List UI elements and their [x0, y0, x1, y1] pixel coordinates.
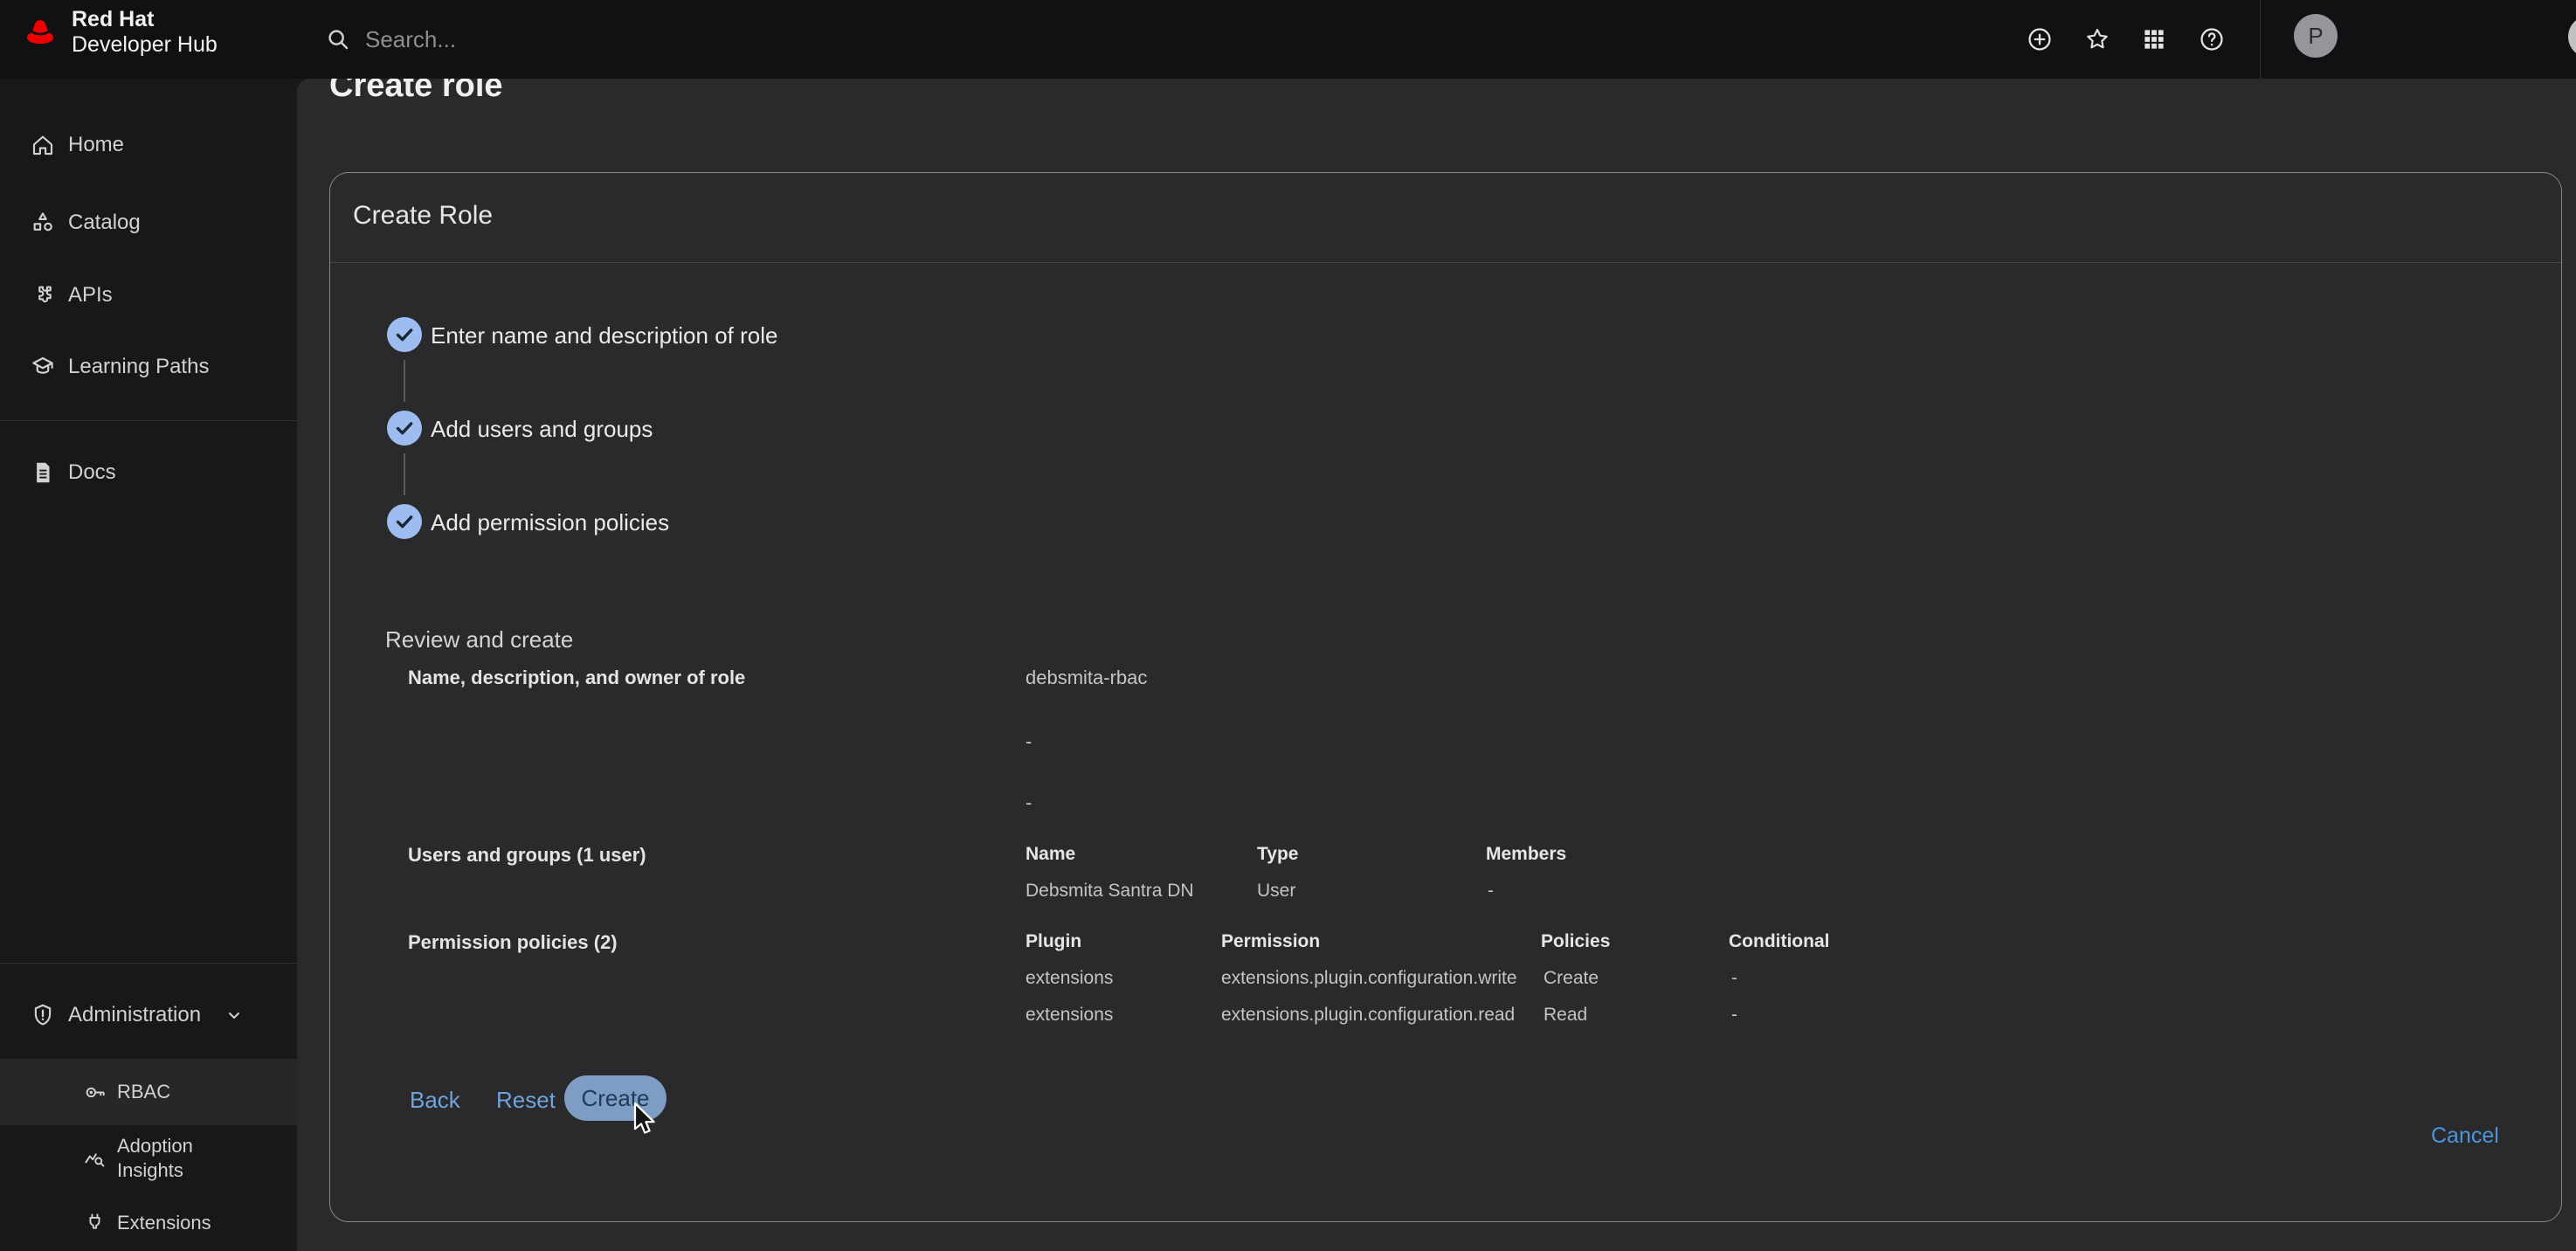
global-search [325, 17, 1153, 61]
sidebar-item-catalog[interactable]: Catalog [0, 197, 297, 249]
perm-row-permission: extensions.plugin.configuration.write [1221, 968, 1517, 989]
step-label-2[interactable]: Add users and groups [431, 415, 653, 443]
step-label-1[interactable]: Enter name and description of role [431, 321, 777, 349]
sidebar-item-home[interactable]: Home [0, 119, 297, 171]
search-input[interactable] [363, 25, 1153, 54]
sidebar-item-docs[interactable]: Docs [0, 446, 297, 499]
users-row-members: - [1488, 881, 1494, 902]
home-icon [30, 132, 56, 158]
perm-col-policies: Policies [1541, 931, 1610, 952]
role-description-value: - [1026, 730, 1032, 753]
perm-row-plugin: extensions [1026, 1005, 1113, 1026]
back-button[interactable]: Back [410, 1087, 460, 1114]
main-content: Create role Create Role Enter name and d… [297, 79, 2576, 1251]
page-title: Create role [329, 79, 503, 105]
mouse-cursor [632, 1102, 659, 1138]
step-label-3[interactable]: Add permission policies [431, 508, 669, 536]
cancel-button[interactable]: Cancel [2431, 1123, 2499, 1149]
topbar-divider [2260, 0, 2261, 79]
perm-row-conditional: - [1731, 968, 1737, 989]
perm-col-permission: Permission [1221, 931, 1320, 952]
key-icon [83, 1081, 107, 1104]
review-heading: Review and create [385, 626, 573, 653]
apis-icon [30, 282, 56, 308]
sidebar-item-adoption-insights[interactable]: Adoption Insights [0, 1125, 297, 1192]
users-col-members: Members [1486, 844, 1566, 865]
docs-icon [30, 460, 56, 486]
administration-shield-icon [30, 1002, 56, 1028]
sidebar-item-learning-paths[interactable]: Learning Paths [0, 341, 297, 393]
sidebar-item-label: Home [68, 133, 124, 157]
sidebar-item-apis[interactable]: APIs [0, 269, 297, 321]
sidebar-item-label: APIs [68, 283, 113, 308]
step-complete-icon[interactable] [387, 411, 422, 446]
sidebar-item-label: RBAC [117, 1081, 170, 1103]
sidebar: Home Catalog APIs Learning Paths Docs Ad… [0, 79, 297, 1251]
topbar: Red Hat Developer Hub P [0, 0, 2576, 79]
step-complete-icon[interactable] [387, 317, 422, 352]
users-section-label: Users and groups (1 user) [408, 844, 646, 867]
sidebar-item-extensions[interactable]: Extensions [0, 1197, 297, 1249]
reset-button[interactable]: Reset [496, 1087, 556, 1114]
sidebar-item-label: Docs [68, 460, 116, 485]
adoption-insights-icon [83, 1147, 107, 1171]
create-role-card: Create Role Enter name and description o… [329, 172, 2562, 1222]
avatar[interactable]: P [2294, 14, 2338, 58]
extensions-plug-icon [83, 1212, 107, 1235]
chevron-down-icon [224, 1005, 245, 1026]
add-circle-icon[interactable] [2019, 18, 2061, 60]
sidebar-item-label: Learning Paths [68, 355, 209, 379]
step-connector [404, 360, 405, 402]
card-header-divider [330, 262, 2561, 263]
star-icon[interactable] [2076, 18, 2118, 60]
role-owner-value: - [1026, 791, 1032, 814]
learning-paths-icon [30, 354, 56, 380]
role-name-value: debsmita-rbac [1026, 667, 1147, 689]
sidebar-item-label: Extensions [117, 1212, 211, 1234]
redhat-hat-icon [19, 15, 61, 50]
perm-row-permission: extensions.plugin.configuration.read [1221, 1005, 1515, 1026]
brand-logo[interactable]: Red Hat Developer Hub [19, 7, 218, 58]
step-connector [404, 453, 405, 495]
catalog-icon [30, 210, 56, 236]
sidebar-item-label: Catalog [68, 211, 141, 235]
brand-line2: Developer Hub [72, 32, 218, 58]
perm-col-plugin: Plugin [1026, 931, 1081, 952]
sidebar-item-label: Adoption Insights [117, 1134, 231, 1183]
sidebar-divider [0, 420, 297, 421]
perm-col-conditional: Conditional [1729, 931, 1829, 952]
name-section-label: Name, description, and owner of role [408, 667, 745, 689]
help-icon[interactable] [2191, 18, 2233, 60]
app-window: Create role Create Role Enter name and d… [0, 0, 2576, 1251]
perm-row-policies: Read [1544, 1005, 1587, 1026]
users-col-name: Name [1026, 844, 1075, 865]
users-row-name: Debsmita Santra DN [1026, 881, 1194, 902]
users-row-type: User [1257, 881, 1295, 902]
perm-row-conditional: - [1731, 1005, 1737, 1026]
sidebar-item-rbac[interactable]: RBAC [0, 1059, 297, 1125]
edge-partial-circle [2568, 16, 2576, 58]
step-complete-icon[interactable] [387, 504, 422, 539]
perm-row-policies: Create [1544, 968, 1599, 989]
brand-text: Red Hat Developer Hub [72, 7, 218, 58]
sidebar-item-label: Administration [68, 1003, 201, 1027]
sidebar-item-administration[interactable]: Administration [0, 989, 297, 1041]
users-col-type: Type [1257, 844, 1298, 865]
search-icon [325, 26, 351, 52]
permissions-section-label: Permission policies (2) [408, 931, 618, 954]
card-header-title: Create Role [353, 201, 493, 231]
apps-grid-icon[interactable] [2133, 18, 2175, 60]
brand-line1: Red Hat [72, 7, 218, 32]
perm-row-plugin: extensions [1026, 968, 1113, 989]
sidebar-divider [0, 963, 297, 964]
